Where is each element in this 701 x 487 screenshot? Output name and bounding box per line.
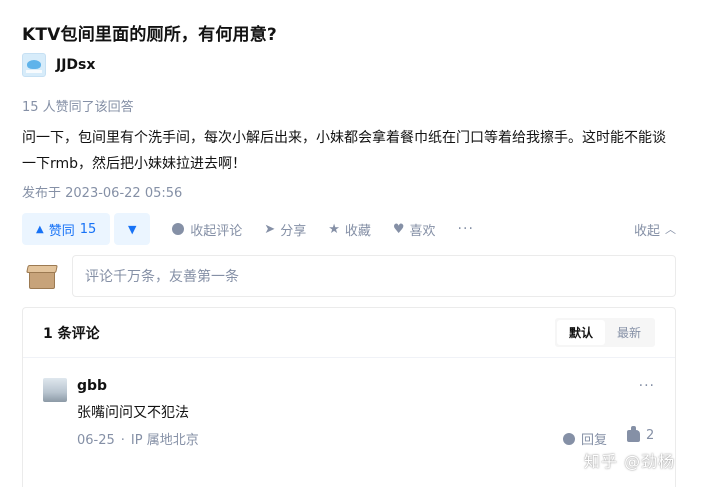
sort-default-tab[interactable]: 默认 bbox=[556, 320, 605, 345]
upvote-count: 15 bbox=[79, 221, 97, 237]
upvote-button[interactable]: ▲ 赞同 15 bbox=[22, 213, 111, 245]
sort-toggle: 默认 最新 bbox=[554, 318, 655, 347]
like-label: 喜欢 bbox=[409, 223, 436, 239]
triangle-down-icon: ▼ bbox=[128, 222, 137, 236]
reply-icon bbox=[563, 432, 575, 445]
comment-compose: 评论千万条，友善第一条 bbox=[22, 255, 676, 297]
share-label: 分享 bbox=[280, 223, 307, 239]
more-icon[interactable]: ··· bbox=[458, 221, 474, 237]
publish-time[interactable]: 发布于 2023-06-22 05:56 bbox=[22, 182, 182, 201]
author-info: JJDsx bbox=[22, 53, 95, 77]
comments-panel: 1 条评论 默认 最新 gbb ··· 张嘴问问又不犯法 06-25 · IP 属地… bbox=[22, 307, 676, 487]
collapse-comments-label: 收起评论 bbox=[190, 223, 243, 239]
answer-content: 问一下，包间里有个洗手间，每次小解后出来，小妹都会拿着餐巾纸在门口等着给我擦手。… bbox=[22, 130, 666, 172]
answer-actions: ▲ 赞同 15 ▼ 收起评论 ➤ 分享 ★ 收藏 ♥ 喜欢 ··· 收起 ︿ bbox=[22, 213, 676, 245]
commenter-name[interactable]: gbb bbox=[77, 378, 107, 394]
collapse-comments-button[interactable]: 收起评论 bbox=[172, 220, 242, 239]
comment-more-icon[interactable]: ··· bbox=[639, 378, 655, 394]
favorite-button[interactable]: ★ 收藏 bbox=[328, 220, 371, 239]
author-avatar[interactable] bbox=[22, 53, 46, 77]
like-button[interactable]: ♥ 喜欢 bbox=[393, 220, 436, 239]
triangle-up-icon: ▲ bbox=[36, 223, 44, 235]
commenter-avatar[interactable] bbox=[43, 378, 67, 402]
comment-icon bbox=[172, 223, 185, 235]
comment-date: 06-25 bbox=[77, 433, 115, 448]
favorite-label: 收藏 bbox=[344, 223, 371, 239]
box-avatar-icon bbox=[25, 261, 59, 291]
upvote-label: 赞同 bbox=[48, 223, 75, 239]
thumbs-up-icon bbox=[627, 425, 640, 442]
star-icon: ★ bbox=[328, 221, 340, 237]
comment-like-button[interactable]: 2 bbox=[627, 425, 655, 443]
comment-location: IP 属地北京 bbox=[130, 433, 199, 448]
comments-header: 1 条评论 默认 最新 bbox=[23, 308, 675, 358]
comment-count: 1 条评论 bbox=[43, 325, 100, 342]
comment-input[interactable]: 评论千万条，友善第一条 bbox=[72, 255, 676, 297]
heart-icon: ♥ bbox=[392, 221, 405, 237]
comment-like-count: 2 bbox=[646, 428, 655, 443]
question-title[interactable]: KTV包间里面的厕所，有何用意? bbox=[22, 20, 277, 45]
vote-summary: 15 人赞同了该回答 bbox=[22, 100, 134, 115]
paper-plane-icon: ➤ bbox=[264, 221, 276, 237]
share-button[interactable]: ➤ 分享 bbox=[264, 220, 306, 239]
author-name[interactable]: JJDsx bbox=[56, 57, 95, 73]
collapse-label: 收起 bbox=[633, 223, 660, 239]
comment-text: 张嘴问问又不犯法 bbox=[77, 405, 189, 421]
watermark: 知乎 @劲杨 bbox=[584, 452, 676, 471]
sort-latest-tab[interactable]: 最新 bbox=[605, 320, 653, 345]
comment-meta: 06-25 · IP 属地北京 bbox=[77, 433, 199, 448]
reply-label: 回复 bbox=[581, 433, 608, 448]
reply-button[interactable]: 回复 bbox=[563, 429, 607, 448]
collapse-button[interactable]: 收起 ︿ bbox=[634, 220, 676, 239]
chevron-up-icon: ︿ bbox=[665, 223, 676, 236]
downvote-button[interactable]: ▼ bbox=[114, 213, 151, 245]
